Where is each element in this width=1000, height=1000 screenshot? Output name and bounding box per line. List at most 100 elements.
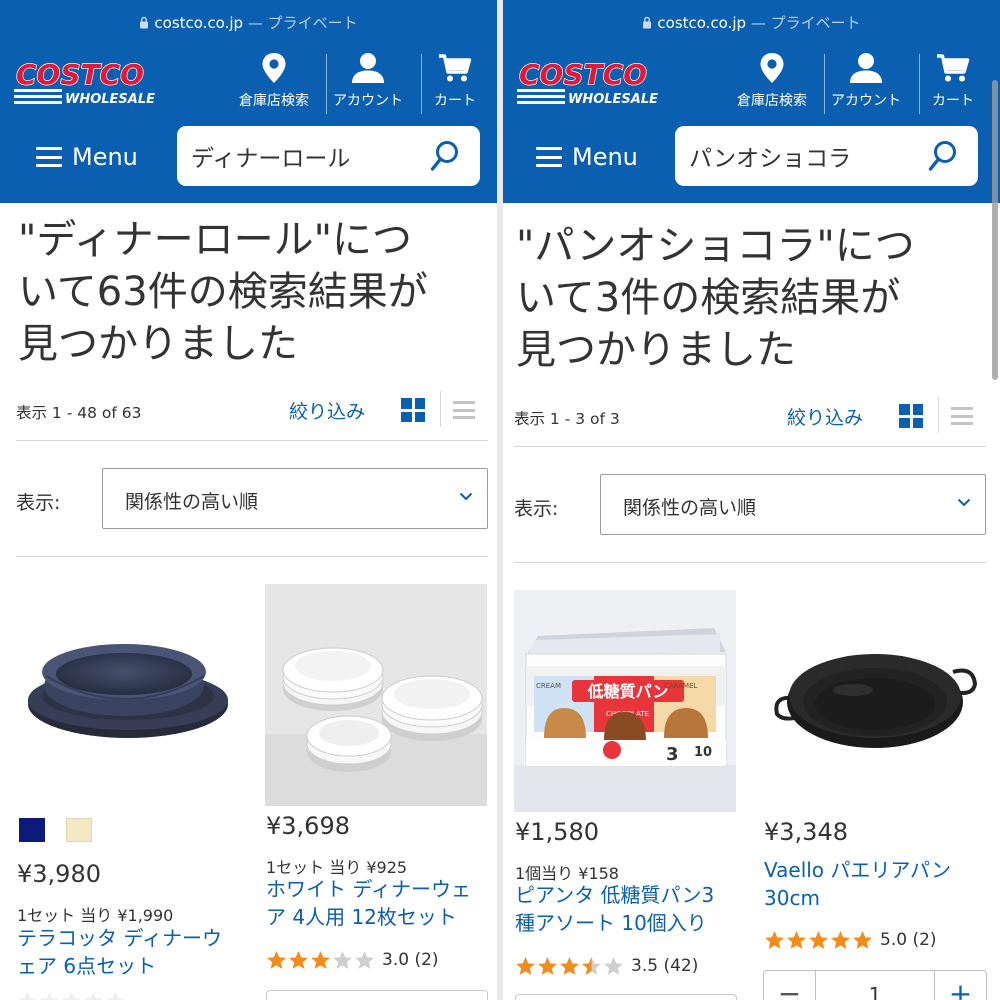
costco-logo[interactable]: COSTCO WHOLESALE [12,56,170,108]
scrollbar[interactable] [992,80,998,380]
costco-logo[interactable]: COSTCO WHOLESALE [515,56,673,108]
grid-view-icon[interactable] [899,404,923,428]
star-icon [831,930,850,949]
divider [16,556,488,557]
menu-button[interactable]: Menu [36,140,138,174]
sort-select[interactable]: 関係性の高い順 [102,468,488,529]
search-input[interactable]: パンオショコラ [675,126,978,186]
lock-icon [643,16,652,29]
refine-button[interactable]: 絞り込み [289,397,365,424]
logo-sub: WHOLESALE [65,92,155,107]
url-text: costco.co.jp [154,14,244,32]
account-button[interactable]: アカウント [328,52,408,116]
star-icon [604,956,623,975]
star-icon [516,956,535,975]
product-name-link[interactable]: テラコッタ ディナーウ ェア 6点セット [17,924,247,980]
sort-label: 表示: [16,492,61,514]
sort-value: 関係性の高い順 [125,491,259,513]
sort-select[interactable]: 関係性の高い順 [600,474,986,535]
account-label: アカウント [333,93,403,109]
product-name-line: ホワイト ディナーウェ [266,877,471,901]
grid-view-icon[interactable] [401,398,425,422]
account-icon [352,53,384,83]
divider [514,446,986,447]
title-line: "パンオショコラ"につ [516,223,915,269]
star-icon [853,930,872,949]
search-icon[interactable] [430,140,460,172]
panel-right-search-pain-au-chocolat: costco.co.jp — プライベート COSTCO WHOLESALE 倉… [503,0,1000,1000]
product-name-link[interactable]: ホワイト ディナーウェ ア 4人用 12枚セット [266,875,496,931]
menu-button[interactable]: Menu [536,140,638,174]
decrement-button[interactable]: − [764,971,816,1000]
title-line: いて63件の検索結果が [18,269,428,315]
search-result-title: "ディナーロール"につ いて63件の検索結果が 見つかりました [18,214,488,370]
panel-left-search-dinner-roll: costco.co.jp — プライベート COSTCO WHOLESALE 倉… [0,0,497,1000]
search-query: パンオショコラ [689,146,852,172]
box-count: 3 [666,744,679,765]
quantity-stepper[interactable] [515,994,737,1000]
chevron-down-icon [459,492,473,501]
product-card-paella-pan[interactable] [763,590,985,812]
color-swatch-navy[interactable] [19,818,45,842]
cart-icon [439,54,472,82]
warehouse-label: 倉庫店検索 [239,93,309,109]
rating-stars: 3.0 (2) [266,949,439,971]
search-input[interactable]: ディナーロール [177,126,480,186]
title-line: "ディナーロール"につ [18,217,412,263]
product-image-bread-box[interactable]: 低糖質パン CREAM CHOCOLATE CARAMEL 3 10 [514,590,736,812]
url-text: costco.co.jp [657,14,747,32]
sort-value: 関係性の高い順 [623,497,757,519]
private-label: — プライベート [243,14,358,32]
refine-button[interactable]: 絞り込み [787,403,863,430]
rating-text: 3.5 (42) [631,956,699,976]
result-count: 表示 1 - 3 of 3 [514,410,620,428]
private-label: — プライベート [746,14,861,32]
site-header: costco.co.jp — プライベート COSTCO WHOLESALE 倉… [503,0,1000,203]
header-divider [421,54,422,114]
product-name-line: Vaello パエリアパン [764,858,951,882]
warehouse-finder-button[interactable]: 倉庫店検索 [728,52,816,116]
product-card-white-dinnerware[interactable] [265,584,487,806]
title-line: 見つかりました [18,321,298,367]
cart-button[interactable]: カート [924,52,982,116]
product-name-link[interactable]: ピアンタ 低糖質パン3 種アソート 10個入り [515,881,745,937]
product-card-low-carb-bread[interactable]: 低糖質パン CREAM CHOCOLATE CARAMEL 3 10 [514,590,736,812]
account-button[interactable]: アカウント [826,52,906,116]
quantity-value[interactable]: 1 [816,983,934,1000]
url-bar[interactable]: costco.co.jp — プライベート [0,0,497,46]
search-query: ディナーロール [191,146,351,172]
increment-button[interactable]: + [934,971,986,1000]
product-name-line: ピアンタ 低糖質パン3 [515,883,715,907]
product-name-line: 種アソート 10個入り [515,911,707,935]
warehouse-finder-button[interactable]: 倉庫店検索 [230,52,318,116]
search-icon[interactable] [928,140,958,172]
star-icon [40,991,59,1000]
logo-sub: WHOLESALE [568,92,658,107]
star-icon [809,930,828,949]
product-name-line: ア 4人用 12枚セット [266,905,457,929]
view-divider [938,397,939,433]
star-icon [787,930,806,949]
cart-button[interactable]: カート [426,52,484,116]
list-view-icon[interactable] [453,401,475,419]
url-bar[interactable]: costco.co.jp — プライベート [503,0,1000,46]
product-name-link[interactable]: Vaello パエリアパン 30cm [764,856,994,912]
view-divider [440,391,441,427]
product-image-navy-plates[interactable] [16,584,238,806]
star-icon [765,930,784,949]
menu-label: Menu [72,143,138,171]
quantity-stepper[interactable]: − 1 + [763,970,987,1000]
color-swatch-cream[interactable] [66,818,92,842]
star-icon [538,956,557,975]
sort-label: 表示: [514,498,559,520]
header-divider [326,54,327,114]
product-image-white-plates[interactable] [265,584,487,806]
list-view-icon[interactable] [951,407,973,425]
product-price: ¥3,348 [764,818,848,846]
quantity-stepper[interactable] [266,990,488,1000]
site-header: costco.co.jp — プライベート COSTCO WHOLESALE 倉… [0,0,497,203]
product-image-paella-pan[interactable] [763,590,985,812]
title-line: 見つかりました [516,327,796,373]
cart-label: カート [932,93,974,109]
product-card-terracotta-dinnerware[interactable] [16,584,238,806]
